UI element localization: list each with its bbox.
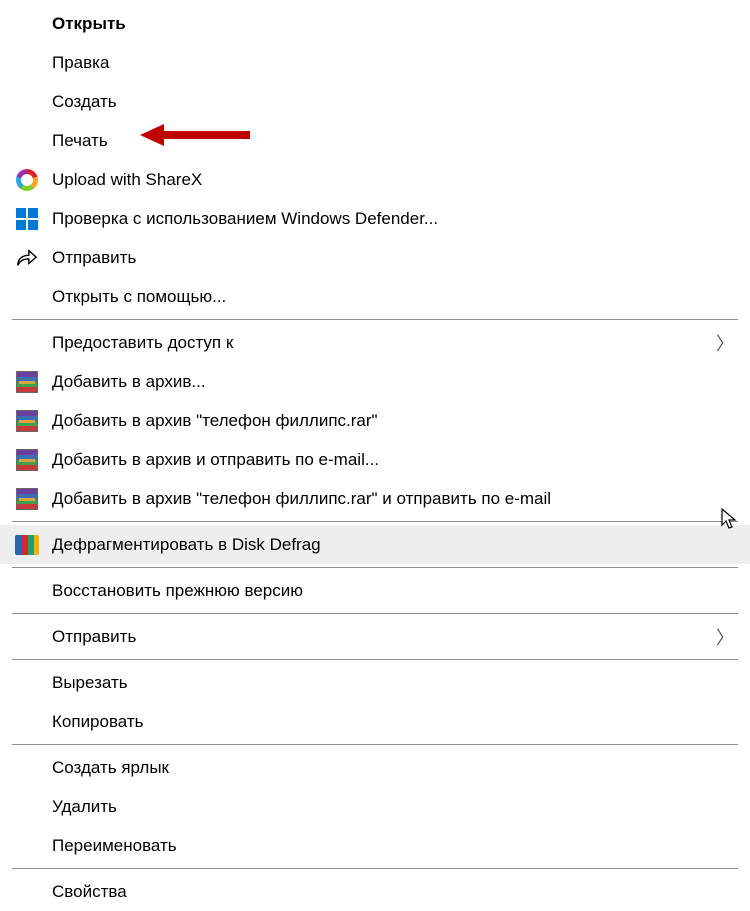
menu-item-send[interactable]: Отправить <box>0 238 750 277</box>
menu-label: Отправить <box>52 627 136 647</box>
menu-label: Копировать <box>52 712 144 732</box>
menu-label: Создать ярлык <box>52 758 169 778</box>
menu-item-create-shortcut[interactable]: Создать ярлык <box>0 748 750 787</box>
menu-item-open[interactable]: Открыть <box>0 4 750 43</box>
share-icon <box>14 245 40 271</box>
winrar-icon <box>14 369 40 395</box>
menu-label: Открыть <box>52 14 126 34</box>
menu-item-defrag[interactable]: Дефрагментировать в Disk Defrag <box>0 525 750 564</box>
menu-label: Добавить в архив "телефон филлипс.rar" <box>52 411 378 431</box>
menu-item-rar-add-named[interactable]: Добавить в архив "телефон филлипс.rar" <box>0 401 750 440</box>
menu-label: Удалить <box>52 797 117 817</box>
menu-label: Добавить в архив и отправить по e-mail..… <box>52 450 379 470</box>
menu-label: Добавить в архив... <box>52 372 206 392</box>
menu-item-create[interactable]: Создать <box>0 82 750 121</box>
separator <box>12 744 738 745</box>
menu-item-rar-add-email[interactable]: Добавить в архив и отправить по e-mail..… <box>0 440 750 479</box>
context-menu: Открыть Правка Создать Печать Upload wit… <box>0 0 750 911</box>
menu-item-sharex[interactable]: Upload with ShareX <box>0 160 750 199</box>
menu-item-open-with[interactable]: Открыть с помощью... <box>0 277 750 316</box>
menu-label: Переименовать <box>52 836 177 856</box>
menu-item-defender[interactable]: Проверка с использованием Windows Defend… <box>0 199 750 238</box>
menu-label: Upload with ShareX <box>52 170 202 190</box>
menu-label: Отправить <box>52 248 136 268</box>
winrar-icon <box>14 486 40 512</box>
separator <box>12 567 738 568</box>
defrag-icon <box>14 532 40 558</box>
defender-icon <box>14 206 40 232</box>
menu-label: Открыть с помощью... <box>52 287 226 307</box>
menu-item-cut[interactable]: Вырезать <box>0 663 750 702</box>
chevron-right-icon: 〉 <box>716 330 734 356</box>
menu-item-rar-add-named-email[interactable]: Добавить в архив "телефон филлипс.rar" и… <box>0 479 750 518</box>
menu-item-properties[interactable]: Свойства <box>0 872 750 911</box>
menu-label: Создать <box>52 92 117 112</box>
menu-label: Дефрагментировать в Disk Defrag <box>52 535 321 555</box>
menu-label: Правка <box>52 53 109 73</box>
separator <box>12 319 738 320</box>
menu-item-send2[interactable]: Отправить 〉 <box>0 617 750 656</box>
menu-label: Печать <box>52 131 108 151</box>
menu-item-rename[interactable]: Переименовать <box>0 826 750 865</box>
sharex-icon <box>14 167 40 193</box>
menu-item-edit[interactable]: Правка <box>0 43 750 82</box>
menu-label: Вырезать <box>52 673 128 693</box>
winrar-icon <box>14 447 40 473</box>
menu-item-copy[interactable]: Копировать <box>0 702 750 741</box>
menu-label: Проверка с использованием Windows Defend… <box>52 209 438 229</box>
separator <box>12 659 738 660</box>
separator <box>12 868 738 869</box>
menu-item-restore-version[interactable]: Восстановить прежнюю версию <box>0 571 750 610</box>
menu-label: Предоставить доступ к <box>52 333 233 353</box>
menu-item-print[interactable]: Печать <box>0 121 750 160</box>
menu-item-delete[interactable]: Удалить <box>0 787 750 826</box>
separator <box>12 613 738 614</box>
menu-item-grant-access[interactable]: Предоставить доступ к 〉 <box>0 323 750 362</box>
menu-label: Добавить в архив "телефон филлипс.rar" и… <box>52 489 551 509</box>
chevron-right-icon: 〉 <box>716 624 734 650</box>
winrar-icon <box>14 408 40 434</box>
menu-item-rar-add[interactable]: Добавить в архив... <box>0 362 750 401</box>
separator <box>12 521 738 522</box>
menu-label: Восстановить прежнюю версию <box>52 581 303 601</box>
